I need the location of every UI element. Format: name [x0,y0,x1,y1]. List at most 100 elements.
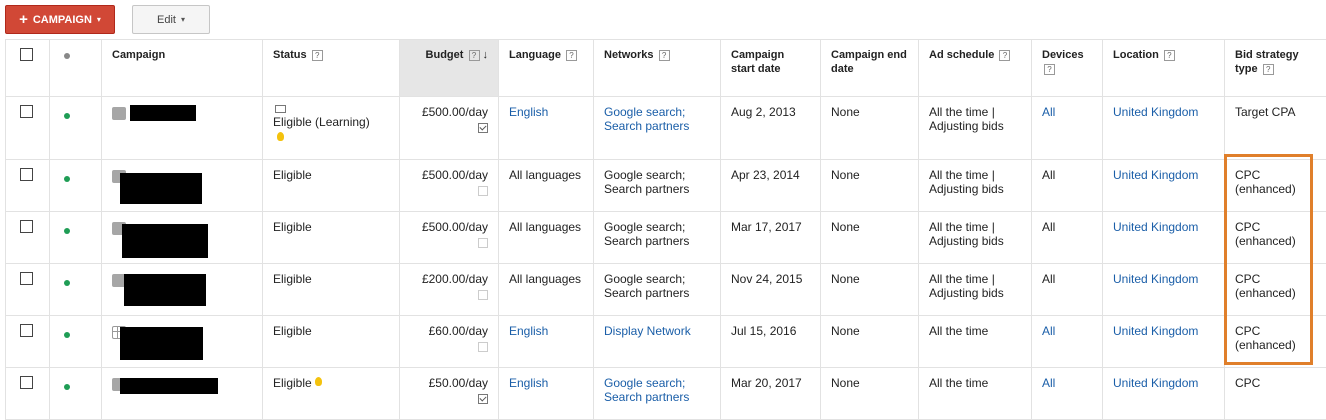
status-dot-header[interactable] [50,40,102,97]
enabled-status-icon[interactable] [64,176,70,182]
campaign-name-cell[interactable] [102,212,263,264]
campaign-name-cell[interactable] [102,316,263,368]
column-header-end-date[interactable]: Campaign end date [821,40,919,97]
column-header-campaign[interactable]: Campaign [102,40,263,97]
networks-link[interactable]: Display Network [604,324,691,338]
start-date: Mar 17, 2017 [731,220,802,234]
column-header-ad-schedule[interactable]: Ad schedule ? [919,40,1032,97]
table-row: Eligible £500.00/day All languages Googl… [6,160,1326,212]
devices-link[interactable]: All [1042,376,1055,390]
devices-link[interactable]: All [1042,105,1055,119]
help-icon[interactable]: ? [469,50,480,61]
location-link[interactable]: United Kingdom [1113,105,1198,119]
campaign-name-cell[interactable] [102,160,263,212]
campaign-name-cell[interactable] [102,264,263,316]
column-header-bid-strategy[interactable]: Bid strategy type ? [1225,40,1326,97]
devices-link[interactable]: All [1042,324,1055,338]
speech-bubble-icon[interactable] [275,105,286,113]
budget-cell[interactable]: £60.00/day [400,316,499,368]
budget-cell[interactable]: £50.00/day [400,368,499,420]
location-link[interactable]: United Kingdom [1113,168,1198,182]
table-row: Eligible £60.00/day English Display Netw… [6,316,1326,368]
budget-cell[interactable]: £500.00/day [400,160,499,212]
edit-button[interactable]: Edit ▾ [132,5,210,34]
bid-strategy: CPC (enhanced) [1235,168,1296,196]
table-row: Eligible £50.00/day English Google searc… [6,368,1326,420]
budget-edit-icon[interactable] [478,123,488,133]
column-header-language[interactable]: Language ? [499,40,594,97]
help-icon[interactable]: ? [1263,64,1274,75]
row-checkbox[interactable] [20,324,33,337]
campaign-name-cell[interactable] [102,97,263,160]
location-link[interactable]: United Kingdom [1113,324,1198,338]
help-icon[interactable]: ? [1164,50,1175,61]
language-link[interactable]: English [509,105,548,119]
budget-cell[interactable]: £500.00/day [400,97,499,160]
enabled-status-icon[interactable] [64,280,70,286]
location-link[interactable]: United Kingdom [1113,220,1198,234]
enabled-status-icon[interactable] [64,332,70,338]
language-link[interactable]: English [509,376,548,390]
table-row: Eligible £200.00/day All languages Googl… [6,264,1326,316]
enabled-status-icon[interactable] [64,228,70,234]
select-all-checkbox[interactable] [20,48,33,61]
add-campaign-button[interactable]: + CAMPAIGN ▾ [5,5,115,34]
status-text: Eligible [273,272,312,286]
language-link[interactable]: English [509,324,548,338]
redacted-campaign-name [120,378,218,394]
budget-edit-icon[interactable] [478,394,488,404]
help-icon[interactable]: ? [999,50,1010,61]
enabled-status-icon[interactable] [64,113,70,119]
redacted-campaign-name [124,274,206,306]
start-date: Aug 2, 2013 [731,105,796,119]
column-header-budget[interactable]: Budget ?↓ [400,40,499,97]
networks-link[interactable]: Google search; Search partners [604,105,689,133]
help-icon[interactable]: ? [312,50,323,61]
redacted-campaign-name [120,327,203,360]
ad-schedule: All the time | Adjusting bids [929,272,1004,300]
column-header-location[interactable]: Location ? [1103,40,1225,97]
start-date: Jul 15, 2016 [731,324,796,338]
column-header-devices[interactable]: Devices? [1032,40,1103,97]
bid-strategy: CPC (enhanced) [1235,220,1296,248]
lightbulb-icon[interactable] [315,377,322,386]
budget-cell[interactable]: £200.00/day [400,264,499,316]
networks-link[interactable]: Google search; Search partners [604,376,689,404]
campaigns-table: Campaign Status ? Budget ?↓ Language ? N… [5,39,1326,420]
language-text: All languages [509,168,581,182]
row-checkbox[interactable] [20,168,33,181]
column-header-start-date[interactable]: Campaign start date [721,40,821,97]
bid-strategy: CPC (enhanced) [1235,272,1296,300]
ad-schedule: All the time | Adjusting bids [929,105,1004,133]
edit-label: Edit [157,14,176,26]
row-checkbox[interactable] [20,220,33,233]
location-link[interactable]: United Kingdom [1113,272,1198,286]
bid-strategy: Target CPA [1235,105,1295,119]
table-row: Eligible (Learning) £500.00/day English … [6,97,1326,160]
plus-icon: + [19,12,28,27]
bid-strategy: CPC (enhanced) [1235,324,1296,352]
end-date: None [831,272,860,286]
lightbulb-icon[interactable] [277,132,284,141]
enabled-status-icon[interactable] [64,384,70,390]
column-header-status[interactable]: Status ? [263,40,400,97]
column-header-networks[interactable]: Networks ? [594,40,721,97]
select-all-header [6,40,50,97]
budget-edit-icon[interactable] [478,238,488,248]
budget-edit-icon[interactable] [478,342,488,352]
help-icon[interactable]: ? [659,50,670,61]
row-checkbox[interactable] [20,105,33,118]
help-icon[interactable]: ? [566,50,577,61]
budget-cell[interactable]: £500.00/day [400,212,499,264]
budget-edit-icon[interactable] [478,290,488,300]
row-checkbox[interactable] [20,376,33,389]
table-header-row: Campaign Status ? Budget ?↓ Language ? N… [6,40,1326,97]
row-checkbox[interactable] [20,272,33,285]
add-campaign-label: CAMPAIGN [33,14,92,26]
help-icon[interactable]: ? [1044,64,1055,75]
redacted-campaign-name [130,105,196,121]
ad-schedule: All the time [929,324,988,338]
location-link[interactable]: United Kingdom [1113,376,1198,390]
campaign-name-cell[interactable] [102,368,263,420]
budget-edit-icon[interactable] [478,186,488,196]
